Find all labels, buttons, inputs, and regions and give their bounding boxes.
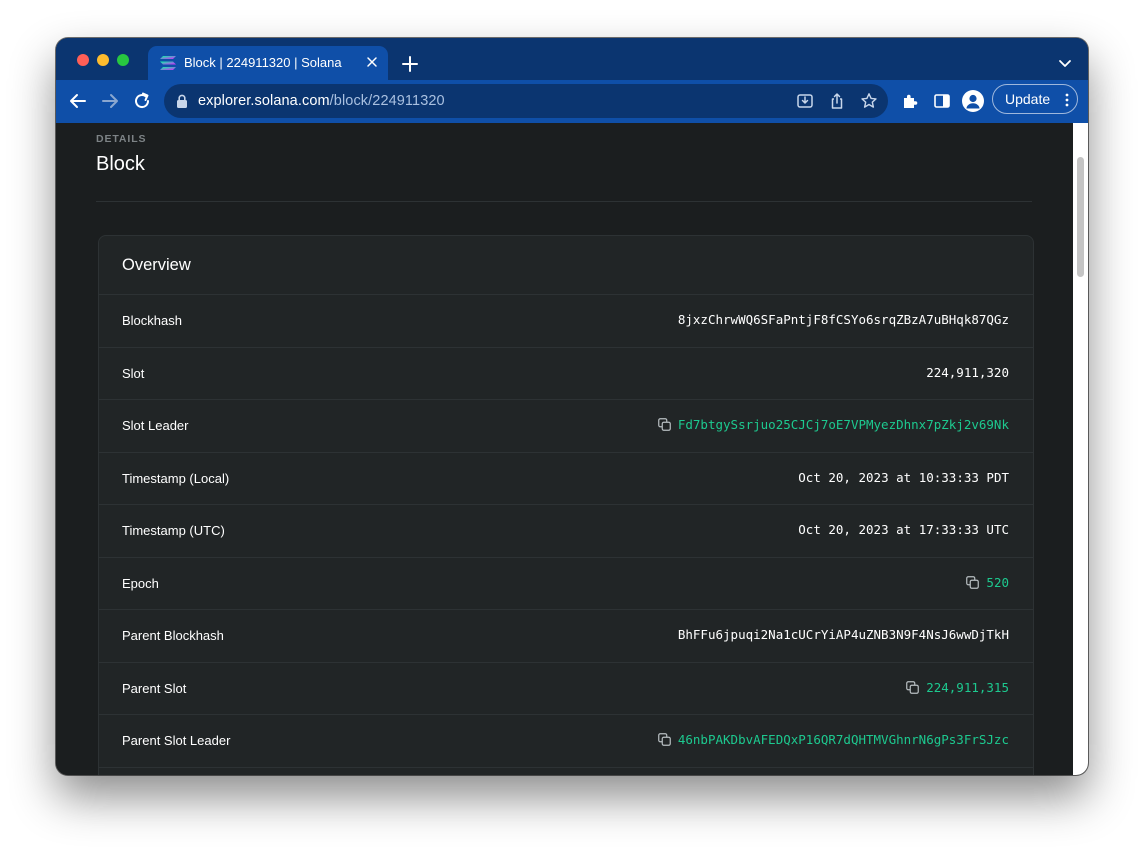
table-row: Slot Leader Fd7btgySsrjuo25CJCj7oE7VPMyez… (99, 400, 1033, 453)
profile-avatar[interactable] (962, 90, 984, 112)
browser-toolbar: explorer.solana.com/block/224911320 Upda… (56, 80, 1088, 123)
back-arrow-icon[interactable] (68, 91, 88, 111)
page-title: Block (96, 153, 145, 175)
minimize-window-button[interactable] (97, 54, 109, 66)
row-value: BhFFu6jpuqi2Na1cUCrYiAP4uZNB3N9F4NsJ6wwD… (678, 627, 1009, 642)
forward-arrow-icon[interactable] (100, 91, 120, 111)
row-value: 8jxzChrwWQ6SFaPntjF8fCSYo6srqZBzA7uBHqk8… (678, 312, 1009, 327)
row-label: Slot (122, 365, 145, 381)
copy-icon[interactable] (906, 680, 920, 694)
row-value-text: Oct 20, 2023 at 17:33:33 UTC (798, 522, 1009, 537)
close-window-button[interactable] (77, 54, 89, 66)
row-value: Oct 20, 2023 at 10:33:33 PDT (798, 470, 1009, 485)
side-panel-icon[interactable] (933, 92, 951, 110)
row-value-text: BhFFu6jpuqi2Na1cUCrYiAP4uZNB3N9F4NsJ6wwD… (677, 627, 1009, 642)
copy-icon[interactable] (658, 418, 671, 431)
row-value-text: Oct 20, 2023 at 10:33:33 PDT (798, 469, 1009, 485)
header-divider (96, 201, 1032, 202)
scrollbar[interactable] (1073, 123, 1088, 775)
row-value-text[interactable]: Fd7btgySsrjuo25CJCj7oE7VPMyezDhnx7pZkj2v… (678, 417, 1009, 432)
row-value-text: 224,911,320 (926, 364, 1009, 380)
chevron-down-icon[interactable] (1057, 55, 1073, 71)
copy-icon[interactable] (966, 575, 980, 589)
overview-card-header: Overview (99, 236, 1033, 295)
extensions-icon[interactable] (901, 92, 919, 110)
update-label: Update (1005, 91, 1051, 107)
row-value-text: 8jxzChrwWQ6SFaPntjF8fCSYo6srqZBzA7uBHqk8… (677, 312, 1009, 327)
lock-icon[interactable] (176, 94, 188, 108)
tab-bar: Block | 224911320 | Solana (56, 38, 1088, 80)
row-label: Timestamp (Local) (122, 470, 230, 486)
table-row: Timestamp (UTC) Oct 20, 2023 at 17:33:33 … (99, 505, 1033, 558)
page-eyebrow: DETAILS (96, 133, 147, 145)
overview-rows: Blockhash 8jxzChrwWQ6SFaPntjF8fCSYo6srqZB… (99, 295, 1033, 768)
more-options-icon (1065, 93, 1069, 107)
new-tab-icon[interactable] (400, 54, 420, 74)
row-value-link[interactable]: 46nbPAKDbvAFEDQxP16QR7dQHTMVGhnrN6gPs3Fr… (658, 732, 1009, 747)
row-label: Epoch (122, 575, 159, 591)
row-label: Slot Leader (122, 418, 189, 433)
star-icon[interactable] (860, 92, 878, 110)
tab-title: Block | 224911320 | Solana (184, 55, 342, 70)
row-value-text[interactable]: 520 (986, 575, 1009, 590)
row-label: Timestamp (UTC) (122, 523, 225, 538)
reload-icon[interactable] (132, 91, 152, 111)
url-host: explorer.solana.com (198, 93, 330, 109)
row-value: Oct 20, 2023 at 17:33:33 UTC (798, 522, 1009, 537)
address-bar[interactable]: explorer.solana.com/block/224911320 (164, 84, 888, 118)
url-path: /block/224911320 (329, 93, 445, 109)
update-button[interactable]: Update (992, 84, 1078, 114)
row-label: Parent Blockhash (122, 628, 224, 643)
table-row: Epoch 520 (99, 558, 1033, 610)
table-row: Parent Blockhash BhFFu6jpuqi2Na1cUCrYiAP4… (99, 610, 1033, 663)
row-label: Parent Slot (122, 680, 187, 696)
row-value-link[interactable]: Fd7btgySsrjuo25CJCj7oE7VPMyezDhnx7pZkj2v… (658, 417, 1009, 432)
copy-icon[interactable] (658, 733, 671, 746)
page-content: DETAILS Block Overview Blockhash 8jxzChrw… (56, 123, 1088, 775)
table-row: Slot 224,911,320 (99, 348, 1033, 400)
close-tab-icon[interactable] (364, 54, 380, 70)
table-row: Timestamp (Local) Oct 20, 2023 at 10:33:3… (99, 453, 1033, 505)
row-label: Blockhash (122, 313, 182, 328)
row-label: Parent Slot Leader (122, 733, 231, 748)
overview-card: Overview Blockhash 8jxzChrwWQ6SFaPntjF8fC… (98, 235, 1034, 775)
person-icon (966, 94, 980, 109)
install-app-icon[interactable] (796, 92, 814, 110)
browser-window: Block | 224911320 | Solana explorer.sola… (56, 38, 1088, 775)
table-row: Parent Slot Leader 46nbPAKDbvAFEDQxP16QR7… (99, 715, 1033, 768)
zoom-window-button[interactable] (117, 54, 129, 66)
row-value-link[interactable]: 520 (966, 575, 1009, 590)
table-row: Parent Slot 224,911,315 (99, 663, 1033, 715)
url-text[interactable]: explorer.solana.com/block/224911320 (198, 93, 445, 109)
row-value: 224,911,320 (926, 365, 1009, 380)
row-value-text[interactable]: 224,911,315 (926, 680, 1009, 695)
tab-active[interactable]: Block | 224911320 | Solana (148, 46, 388, 80)
overview-title: Overview (122, 256, 191, 274)
solana-logo-icon (160, 56, 176, 70)
share-icon[interactable] (828, 92, 846, 110)
row-value-text[interactable]: 46nbPAKDbvAFEDQxP16QR7dQHTMVGhnrN6gPs3Fr… (678, 732, 1009, 747)
table-row: Blockhash 8jxzChrwWQ6SFaPntjF8fCSYo6srqZB… (99, 295, 1033, 348)
row-value-link[interactable]: 224,911,315 (906, 680, 1009, 695)
scrollbar-thumb[interactable] (1077, 157, 1084, 277)
